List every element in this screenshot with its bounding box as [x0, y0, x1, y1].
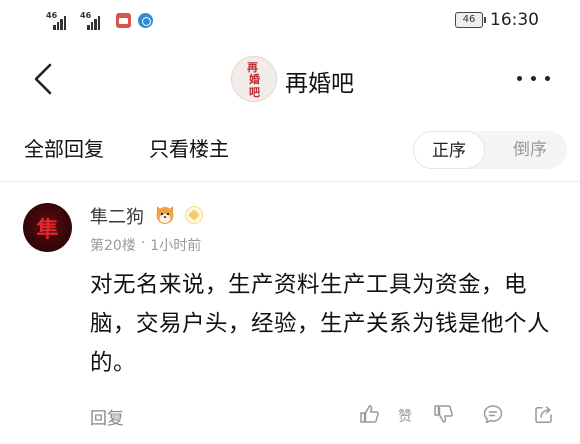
bar-avatar[interactable]: 再 婚 吧 [231, 56, 277, 102]
cell-signal-icon: 46 [46, 12, 66, 30]
comment-icon[interactable] [482, 403, 504, 425]
avatar-char: 隼 [36, 217, 59, 243]
bar-title[interactable]: 再婚吧 [285, 64, 354, 98]
tab-op-only[interactable]: 只看楼主 [149, 133, 229, 162]
notification-app-icon [116, 13, 131, 28]
post-content: 对无名来说，生产资料生产工具为资金，电脑，交易户头，经验，生产关系为钱是他个人的… [90, 272, 551, 376]
more-options-icon[interactable] [517, 76, 550, 81]
back-arrow-icon[interactable] [32, 62, 54, 96]
shiba-emoji-icon [156, 206, 174, 224]
sort-order-toggle: 正序 倒序 [413, 131, 567, 169]
cell-signal-icon-2: 46 [80, 12, 100, 30]
divider [0, 181, 580, 182]
user-avatar[interactable]: 隼 [23, 203, 72, 252]
share-icon[interactable] [533, 403, 555, 425]
status-time: 16:30 [490, 10, 539, 30]
post-time: 1小时前 [150, 238, 202, 254]
reply-button[interactable]: 回复 [90, 404, 124, 429]
thumbs-down-icon[interactable] [432, 403, 454, 425]
like-label[interactable]: 赞 [398, 406, 412, 426]
battery-icon: 46 [455, 12, 486, 28]
avatar-char-3: 吧 [249, 86, 260, 99]
username[interactable]: 隼二狗 [90, 203, 144, 229]
floor-number: 第20楼 [90, 238, 136, 254]
network-type: 46 [46, 11, 58, 20]
sort-asc-button[interactable]: 正序 [413, 131, 485, 169]
network-type-2: 46 [80, 11, 92, 20]
thumbs-up-icon[interactable] [358, 403, 380, 425]
sort-desc-button[interactable]: 倒序 [493, 131, 567, 169]
tab-all-replies[interactable]: 全部回复 [24, 133, 104, 162]
post-meta: 第20楼 · 1小时前 [90, 235, 201, 255]
notification-browser-icon [138, 13, 153, 28]
meta-separator: · [140, 235, 146, 251]
status-bar: 46 46 46 16:30 [0, 0, 580, 44]
level-badge-icon[interactable] [185, 206, 203, 224]
